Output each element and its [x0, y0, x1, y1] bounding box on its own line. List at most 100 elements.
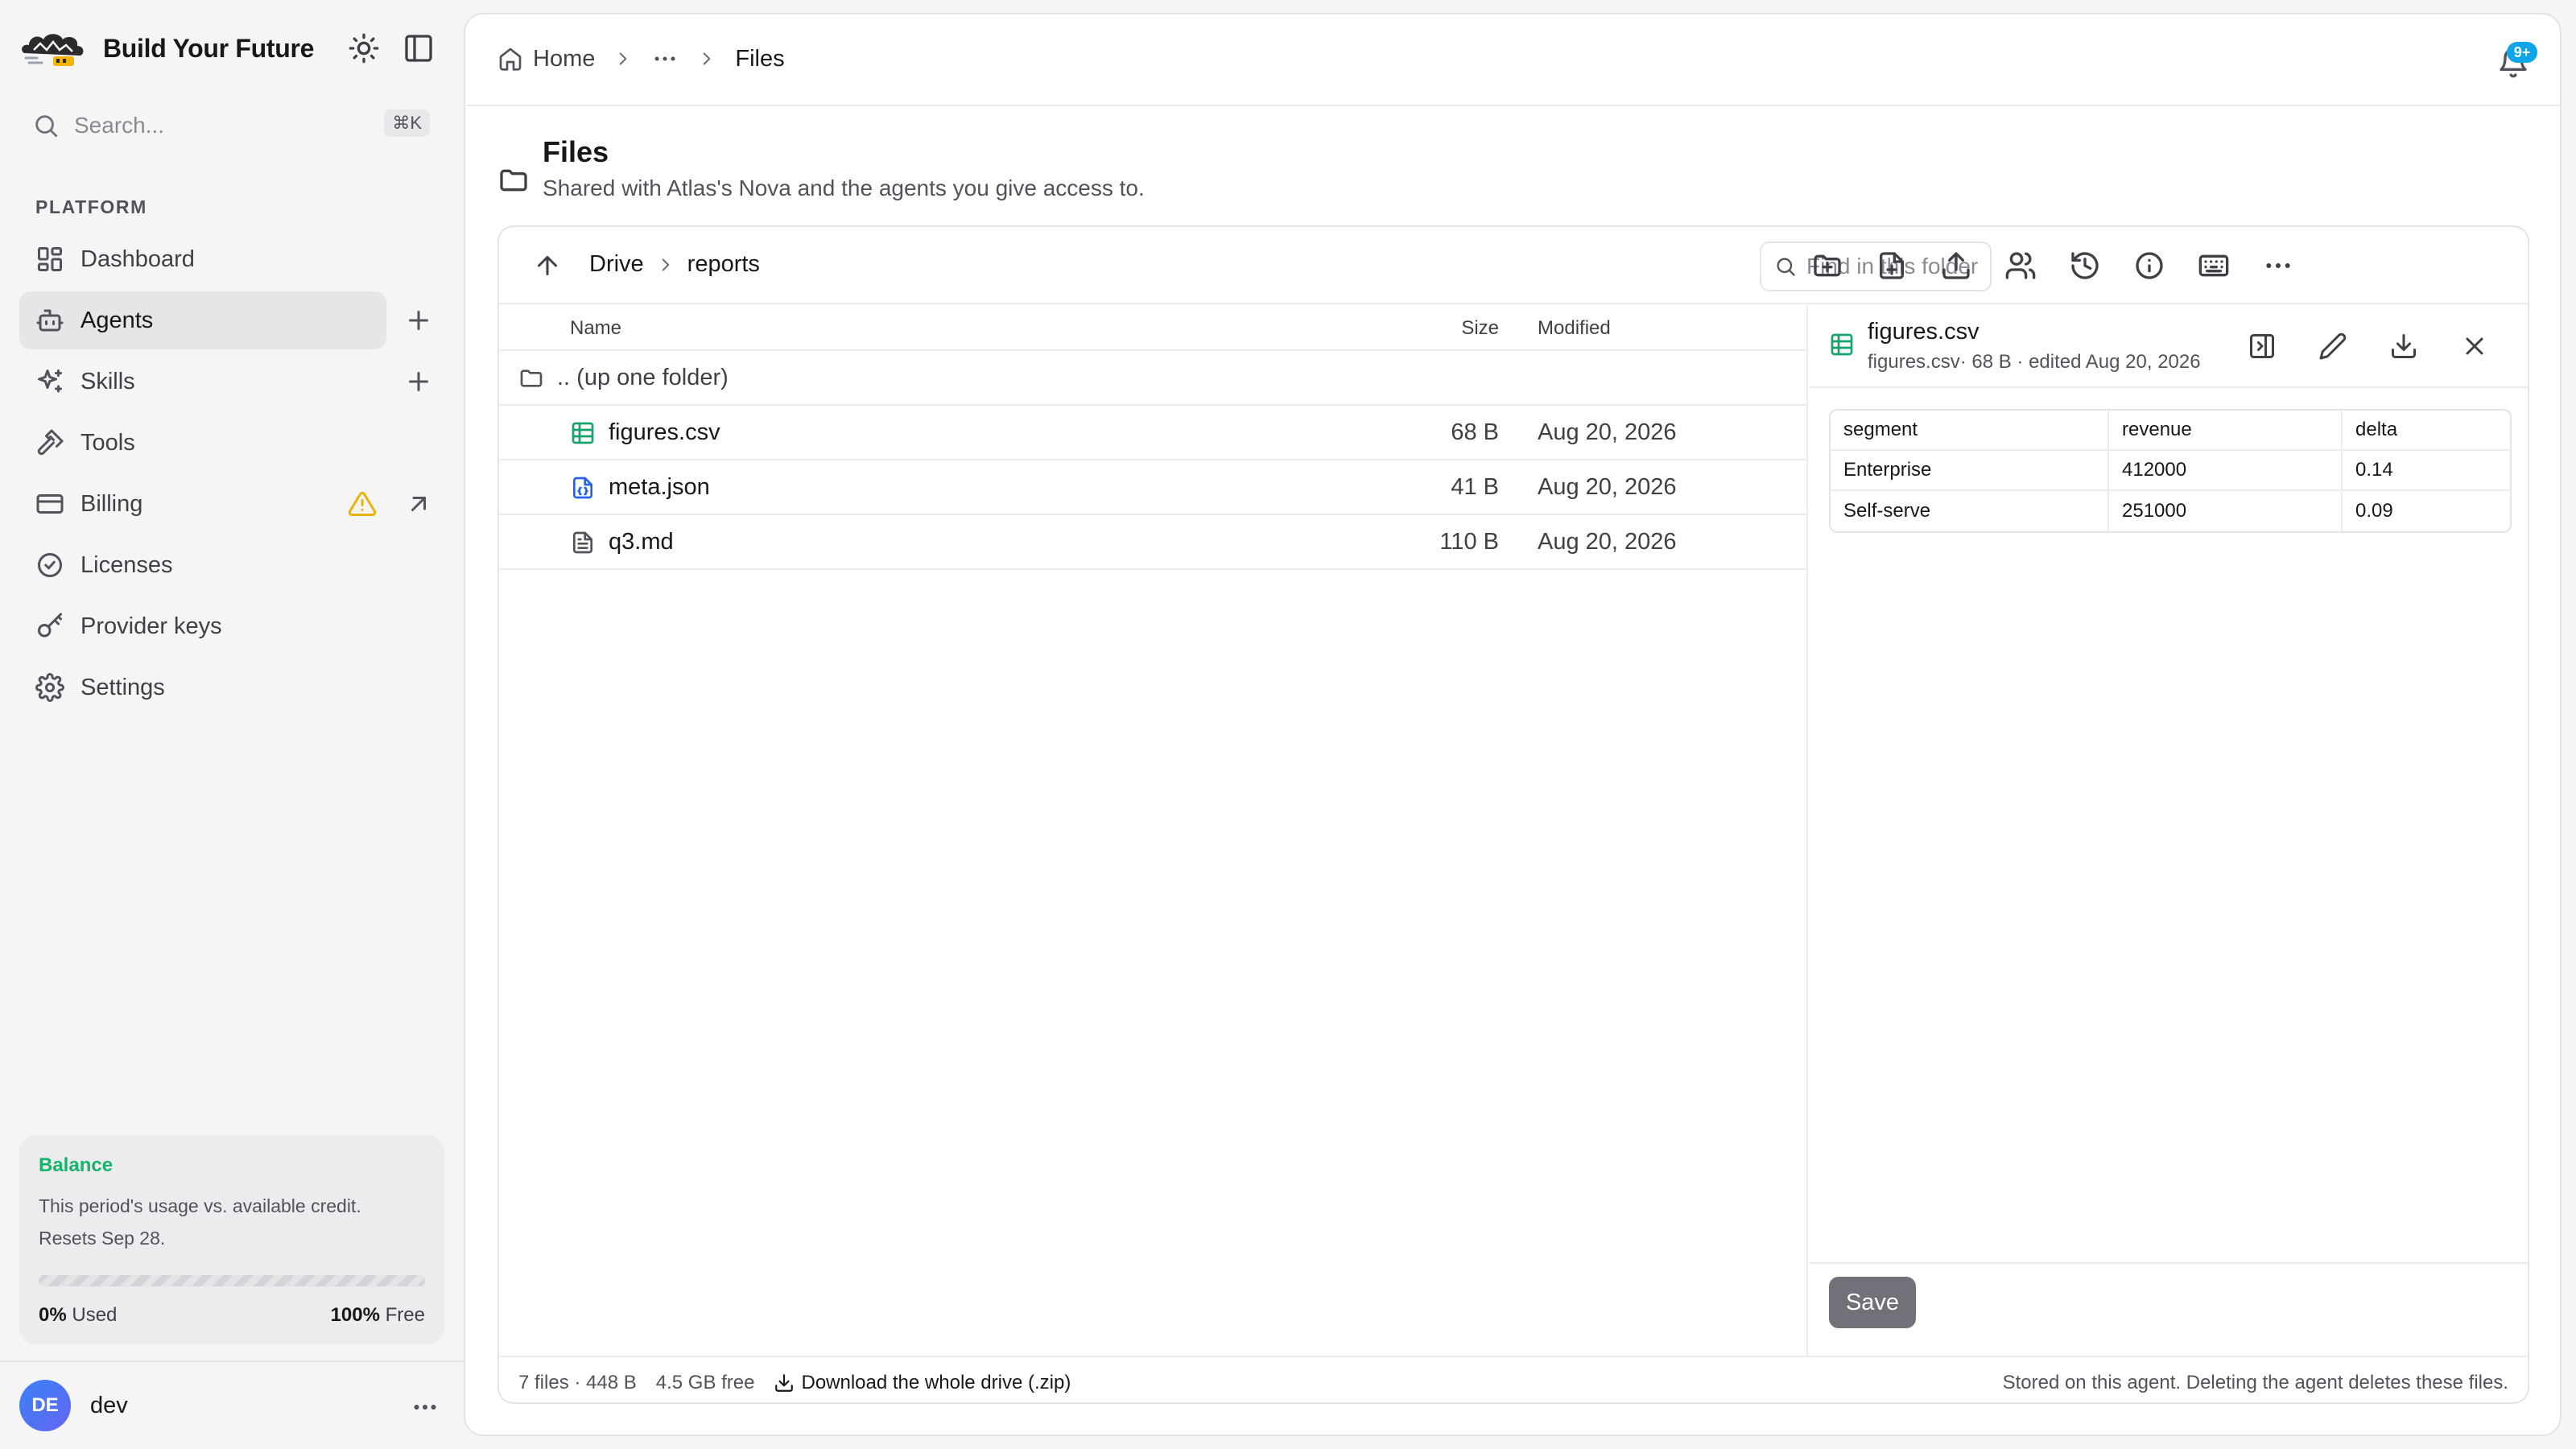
file-size: 110 B — [1439, 529, 1499, 555]
csv-header-row: segment revenue delta — [1831, 411, 2510, 451]
file-name: meta.json — [609, 474, 710, 500]
balance-free: 100% Free — [331, 1304, 425, 1327]
user-menu[interactable]: DE dev — [0, 1360, 464, 1449]
sidebar-item-billing[interactable]: Billing — [19, 475, 438, 533]
edit-pencil-icon[interactable] — [2318, 332, 2347, 361]
new-folder-icon[interactable] — [1811, 250, 1843, 282]
dashboard-icon — [38, 247, 62, 271]
keyboard-icon[interactable] — [2198, 250, 2230, 282]
share-users-icon[interactable] — [2004, 250, 2037, 282]
breadcrumb-ellipsis-icon[interactable] — [651, 45, 679, 72]
path-reports[interactable]: reports — [687, 251, 760, 278]
arrow-up-icon[interactable] — [533, 251, 562, 280]
csv-row: Self-serve 251000 0.09 — [1831, 491, 2510, 531]
json-file-icon — [573, 477, 592, 499]
sidebar-toggle-icon[interactable] — [402, 32, 435, 64]
panel-collapse-icon[interactable] — [2248, 332, 2277, 361]
csv-cell[interactable]: Enterprise — [1831, 451, 2109, 491]
balance-card: Balance This period's usage vs. availabl… — [19, 1135, 444, 1344]
preview-meta-name: figures.csv — [1868, 351, 1960, 373]
csv-cell[interactable]: 412000 — [2109, 451, 2343, 491]
sidebar-item-label: Dashboard — [80, 246, 195, 272]
sidebar-item-label: Tools — [80, 429, 135, 456]
csv-cell[interactable]: Self-serve — [1831, 491, 2109, 531]
csv-header-cell: segment — [1831, 411, 2109, 451]
close-icon[interactable] — [2460, 332, 2489, 361]
search-placeholder: Search... — [74, 113, 165, 138]
file-modified: Aug 20, 2026 — [1538, 419, 1677, 445]
sidebar-item-dashboard[interactable]: Dashboard — [19, 230, 438, 288]
search-icon — [1777, 258, 1795, 276]
user-name: dev — [90, 1392, 128, 1418]
add-agent-plus-icon[interactable] — [404, 306, 433, 335]
download-drive-label: Download the whole drive (.zip) — [801, 1372, 1071, 1393]
sidebar-item-label: Skills — [80, 368, 135, 394]
main-panel: Home Files 9+ Files Shared with Atlas's … — [464, 13, 2562, 1436]
csv-row: Enterprise 412000 0.14 — [1831, 451, 2510, 491]
preview-title: figures.csv — [1868, 319, 1979, 345]
history-icon[interactable] — [2069, 250, 2101, 282]
file-row[interactable]: meta.json 41 B Aug 20, 2026 — [499, 460, 1806, 515]
add-skill-plus-icon[interactable] — [404, 367, 433, 396]
new-file-icon[interactable] — [1876, 250, 1908, 282]
sidebar-search[interactable]: Search... ⌘K — [32, 106, 430, 145]
more-horizontal-icon[interactable] — [2262, 250, 2294, 282]
warning-icon — [348, 491, 377, 516]
badge-check-icon — [38, 553, 62, 577]
sidebar-item-skills[interactable]: Skills — [19, 353, 438, 411]
theme-toggle-sun-icon[interactable] — [348, 32, 380, 64]
download-icon — [775, 1374, 794, 1392]
text-file-icon — [573, 531, 592, 554]
save-button[interactable]: Save — [1829, 1277, 1916, 1328]
column-name[interactable]: Name — [570, 317, 621, 340]
sidebar-item-label: Provider keys — [80, 613, 222, 639]
drive-free-space: 4.5 GB free — [655, 1372, 755, 1393]
sidebar-item-agents[interactable]: Agents — [19, 291, 428, 349]
search-shortcut: ⌘K — [384, 109, 430, 137]
csv-cell[interactable]: 0.09 — [2343, 491, 2510, 531]
path-drive[interactable]: Drive — [589, 251, 644, 278]
preview-footer: Save — [1810, 1262, 2528, 1356]
file-row[interactable]: q3.md 110 B Aug 20, 2026 — [499, 515, 1806, 570]
sidebar-item-licenses[interactable]: Licenses — [19, 536, 438, 594]
file-name: q3.md — [609, 529, 674, 555]
preview-meta-details: · 68 B · edited Aug 20, 2026 — [1959, 351, 2201, 373]
up-folder-row[interactable]: .. (up one folder) — [499, 351, 1806, 406]
gear-icon — [35, 673, 64, 702]
sidebar-item-label: Billing — [80, 490, 143, 517]
up-folder-label: .. (up one folder) — [557, 365, 729, 390]
sidebar-item-settings[interactable]: Settings — [19, 658, 438, 716]
balance-used-label: Used — [72, 1304, 118, 1326]
sidebar-item-tools[interactable]: Tools — [19, 414, 438, 472]
file-preview-panel: figures.csv figures.csv· 68 B · edited A… — [1810, 304, 2528, 1356]
breadcrumb-current: Files — [735, 45, 785, 72]
sparkles-icon — [38, 369, 62, 393]
more-horizontal-icon[interactable] — [411, 1393, 440, 1422]
balance-free-pct: 100% — [330, 1304, 380, 1326]
external-link-arrow-icon[interactable] — [404, 489, 433, 518]
avatar: DE — [19, 1380, 71, 1431]
upload-icon[interactable] — [1940, 250, 1972, 282]
column-modified[interactable]: Modified — [1538, 317, 1611, 340]
breadcrumb-home[interactable]: Home — [533, 46, 595, 72]
info-icon[interactable] — [2133, 250, 2165, 282]
file-row[interactable]: figures.csv 68 B Aug 20, 2026 — [499, 406, 1806, 460]
column-size[interactable]: Size — [1461, 317, 1499, 340]
bot-icon — [36, 309, 64, 332]
sidebar-item-label: Licenses — [80, 551, 173, 578]
status-bar: 7 files · 448 B 4.5 GB free Download the… — [499, 1356, 2528, 1402]
download-icon[interactable] — [2389, 332, 2418, 361]
download-drive-link[interactable]: Download the whole drive (.zip) — [774, 1372, 1071, 1394]
file-modified: Aug 20, 2026 — [1538, 474, 1677, 500]
sidebar-item-provider-keys[interactable]: Provider keys — [19, 597, 438, 655]
file-modified: Aug 20, 2026 — [1538, 529, 1677, 555]
csv-header-cell: revenue — [2109, 411, 2343, 451]
csv-cell[interactable]: 0.14 — [2343, 451, 2510, 491]
file-size: 68 B — [1451, 419, 1499, 445]
page-subtitle: Shared with Atlas's Nova and the agents … — [543, 175, 1145, 200]
brand[interactable]: Build Your Future — [18, 24, 314, 72]
breadcrumb: Home Files — [497, 45, 785, 72]
csv-cell[interactable]: 251000 — [2109, 491, 2343, 531]
preview-meta: figures.csv· 68 B · edited Aug 20, 2026 — [1868, 351, 2201, 374]
file-list-header: Name Size Modified — [499, 304, 1806, 351]
